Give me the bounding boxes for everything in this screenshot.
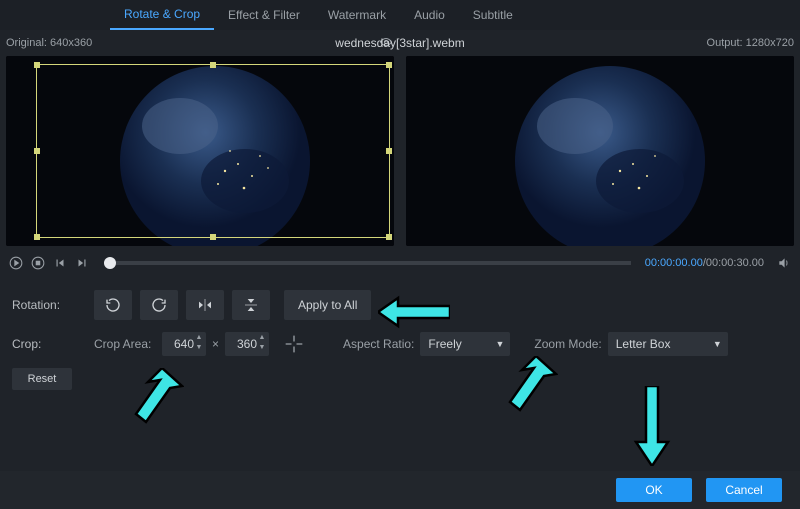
apply-to-all-button[interactable]: Apply to All	[284, 290, 371, 320]
tab-watermark[interactable]: Watermark	[314, 0, 400, 30]
crop-handle-tr[interactable]	[386, 62, 392, 68]
flip-vertical-button[interactable]	[232, 290, 270, 320]
zoom-mode-label: Zoom Mode:	[534, 337, 601, 351]
play-icon[interactable]	[8, 255, 24, 271]
crop-handle-tm[interactable]	[210, 62, 216, 68]
settings-panel: Rotation: Apply to All Crop: Crop Area: …	[0, 276, 800, 390]
crop-handle-bl[interactable]	[34, 234, 40, 240]
output-video	[406, 56, 794, 246]
crop-handle-tl[interactable]	[34, 62, 40, 68]
chevron-down-icon: ▼	[713, 339, 722, 349]
tab-effect-filter[interactable]: Effect & Filter	[214, 0, 314, 30]
rotate-cw-button[interactable]	[140, 290, 178, 320]
stop-icon[interactable]	[30, 255, 46, 271]
tabs-bar: Rotate & Crop Effect & Filter Watermark …	[0, 0, 800, 30]
aspect-ratio-select[interactable]: Freely▼	[420, 332, 510, 356]
annotation-arrow	[632, 386, 672, 466]
crop-section-label: Crop:	[12, 337, 94, 351]
crop-width-input[interactable]: 640▲▼	[162, 332, 206, 356]
original-size-label: Original: 640x360	[6, 37, 92, 49]
crop-h-down-icon[interactable]: ▼	[257, 343, 267, 352]
flip-horizontal-button[interactable]	[186, 290, 224, 320]
previews-row: wednesday[3star].webm Original: 640x360	[0, 30, 800, 250]
crop-w-up-icon[interactable]: ▲	[194, 333, 204, 342]
original-video[interactable]	[6, 56, 394, 246]
output-size-label: Output: 1280x720	[707, 37, 794, 49]
center-crop-button[interactable]	[279, 332, 309, 356]
playback-controls: 00:00:00.00/00:00:30.00	[0, 250, 800, 276]
tab-rotate-crop[interactable]: Rotate & Crop	[110, 0, 214, 30]
volume-icon[interactable]	[776, 255, 792, 271]
crop-height-input[interactable]: 360▲▼	[225, 332, 269, 356]
crop-handle-br[interactable]	[386, 234, 392, 240]
preview-output: Output: 1280x720	[400, 30, 800, 250]
multiply-icon: ×	[212, 337, 219, 351]
aspect-ratio-label: Aspect Ratio:	[343, 337, 414, 351]
crop-rectangle[interactable]	[36, 64, 390, 238]
crop-h-up-icon[interactable]: ▲	[257, 333, 267, 342]
crop-handle-ml[interactable]	[34, 148, 40, 154]
reset-button[interactable]: Reset	[12, 368, 72, 390]
time-display: 00:00:00.00/00:00:30.00	[645, 257, 764, 269]
cancel-button[interactable]: Cancel	[706, 478, 782, 502]
rotate-ccw-button[interactable]	[94, 290, 132, 320]
crop-w-down-icon[interactable]: ▼	[194, 343, 204, 352]
zoom-mode-select[interactable]: Letter Box▼	[608, 332, 728, 356]
chevron-down-icon: ▼	[495, 339, 504, 349]
ok-button[interactable]: OK	[616, 478, 692, 502]
crop-handle-bm[interactable]	[210, 234, 216, 240]
tab-subtitle[interactable]: Subtitle	[459, 0, 527, 30]
crop-handle-mr[interactable]	[386, 148, 392, 154]
crop-area-label: Crop Area:	[94, 337, 162, 351]
playhead[interactable]	[104, 257, 116, 269]
timeline-slider[interactable]	[104, 261, 631, 265]
tab-audio[interactable]: Audio	[400, 0, 459, 30]
filename-label: wednesday[3star].webm	[335, 36, 464, 50]
rotation-label: Rotation:	[12, 298, 94, 312]
preview-original: Original: 640x360	[0, 30, 400, 250]
prev-frame-icon[interactable]	[52, 255, 68, 271]
footer: OK Cancel	[0, 471, 800, 509]
next-frame-icon[interactable]	[74, 255, 90, 271]
